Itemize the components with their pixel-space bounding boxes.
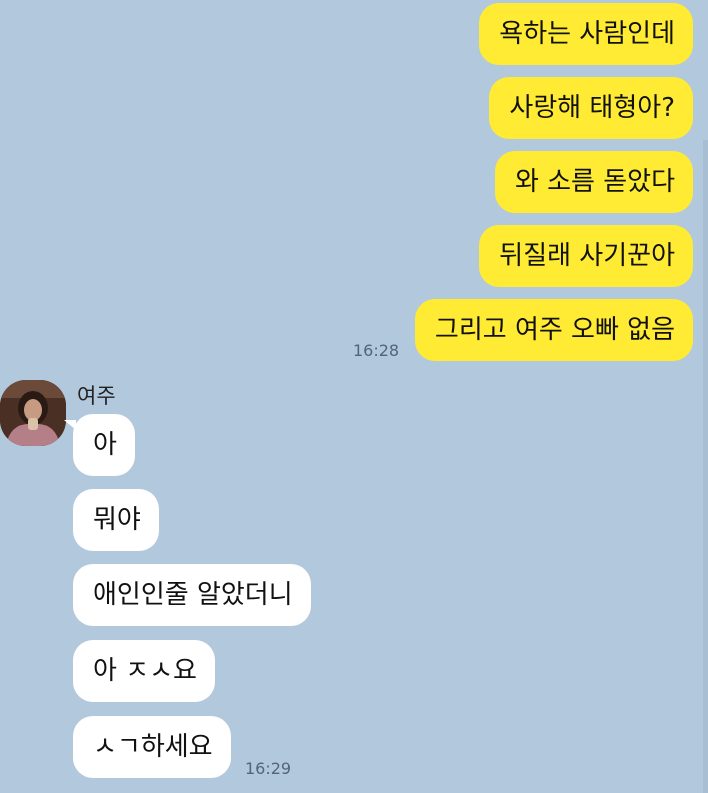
incoming-message[interactable]: 아 <box>73 414 135 476</box>
outgoing-message[interactable]: 뒤질래 사기꾼아 <box>479 225 693 287</box>
incoming-message[interactable]: 아 ㅈㅅ요 <box>73 640 215 702</box>
incoming-message[interactable]: ㅅㄱ하세요 <box>73 716 231 778</box>
outgoing-message[interactable]: 사랑해 태형아? <box>489 77 693 139</box>
profile-photo-icon <box>0 380 66 446</box>
outgoing-timestamp: 16:28 <box>353 341 400 360</box>
sender-name: 여주 <box>77 384 116 408</box>
incoming-timestamp: 16:29 <box>245 759 292 778</box>
incoming-message[interactable]: 뭐야 <box>73 489 159 551</box>
scrollbar[interactable] <box>703 140 708 793</box>
outgoing-message[interactable]: 와 소름 돋았다 <box>494 151 693 213</box>
incoming-message[interactable]: 애인인줄 알았더니 <box>73 564 311 626</box>
outgoing-message[interactable]: 그리고 여주 오빠 없음 <box>414 299 693 361</box>
outgoing-message[interactable]: 욕하는 사람인데 <box>479 3 693 65</box>
avatar[interactable] <box>0 380 66 446</box>
